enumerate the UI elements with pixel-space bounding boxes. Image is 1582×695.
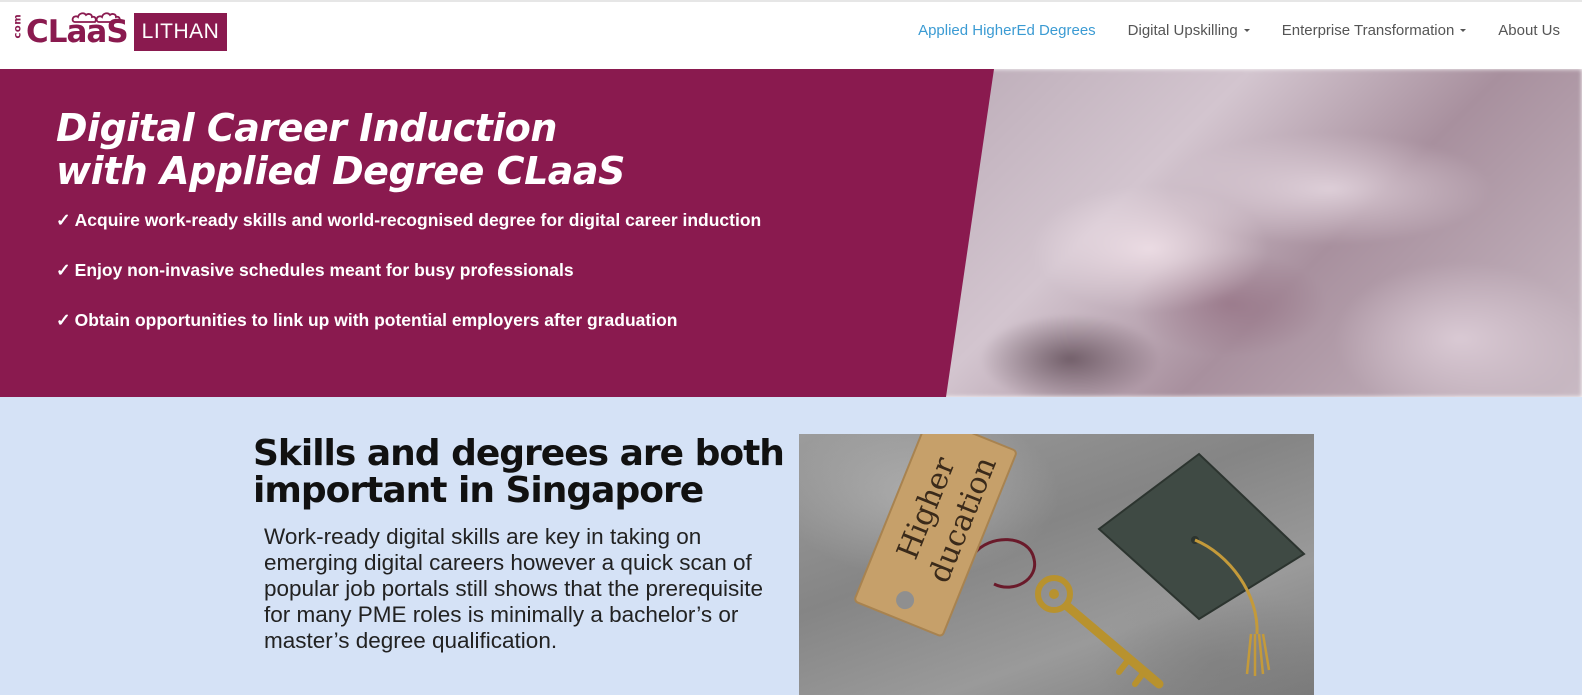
tag-string-loop	[972, 538, 1037, 589]
hero-benefit-item: ✓ Acquire work-ready skills and world-rec…	[56, 208, 761, 258]
nav-label: Digital Upskilling	[1127, 22, 1238, 39]
graduation-cap	[1097, 452, 1306, 676]
higher-education-illustration: Higher ducation	[854, 434, 1306, 689]
skills-degrees-section: Skills and degrees are both important in…	[0, 397, 1582, 695]
main-nav: Applied HigherEd Degrees Digital Upskill…	[886, 22, 1560, 39]
hero-title-line-2: with Applied Degree CLaaS	[56, 149, 625, 193]
site-header: com CLaaS LITHAN Applied HigherEd Degree…	[0, 0, 1582, 69]
golden-key	[1035, 575, 1164, 689]
paper-tag: Higher ducation	[854, 434, 1017, 637]
nav-enterprise-transformation[interactable]: Enterprise Transformation	[1282, 22, 1467, 39]
nav-label: Applied HigherEd Degrees	[918, 22, 1096, 39]
section-body-text: Work-ready digital skills are key in tak…	[264, 524, 764, 653]
hero-title-line-1: Digital Career Induction	[56, 106, 557, 150]
hero-benefit-text: Obtain opportunities to link up with pot…	[74, 310, 678, 330]
nav-label: Enterprise Transformation	[1281, 22, 1455, 39]
logo-lithan-text: LITHAN	[133, 13, 228, 51]
logo-claas-text: CLaaS	[26, 12, 129, 51]
claas-lithan-logo[interactable]: com CLaaS LITHAN	[12, 12, 228, 51]
hero-benefit-item: ✓ Enjoy non-invasive schedules meant for …	[56, 258, 761, 308]
higher-education-key-photo: Higher ducation	[799, 434, 1314, 695]
hero-title: Digital Career Induction with Applied De…	[56, 107, 625, 193]
nav-digital-upskilling[interactable]: Digital Upskilling	[1128, 22, 1250, 39]
checkmark-icon: ✓	[56, 210, 71, 230]
nav-about-us[interactable]: About Us	[1498, 22, 1560, 39]
caret-down-icon	[1460, 29, 1467, 32]
hero-benefit-list: ✓ Acquire work-ready skills and world-rec…	[56, 208, 761, 358]
section-title-line-2: important in Singapore	[253, 470, 704, 511]
hero-hand-photo	[900, 69, 1582, 397]
section-title: Skills and degrees are both important in…	[253, 433, 785, 511]
section-title-line-1: Skills and degrees are both	[253, 433, 785, 474]
checkmark-icon: ✓	[56, 310, 71, 330]
checkmark-icon: ✓	[56, 260, 71, 280]
caret-down-icon	[1243, 29, 1250, 32]
hero-banner: Digital Career Induction with Applied De…	[0, 69, 1582, 397]
hero-benefit-text: Acquire work-ready skills and world-reco…	[74, 210, 762, 230]
nav-applied-highered-degrees[interactable]: Applied HigherEd Degrees	[918, 22, 1096, 39]
cloud-icon	[71, 12, 121, 23]
hero-benefit-item: ✓ Obtain opportunities to link up with po…	[56, 308, 761, 358]
logo-com-text: com	[12, 13, 24, 38]
nav-label: About Us	[1498, 22, 1560, 39]
hero-benefit-text: Enjoy non-invasive schedules meant for b…	[74, 260, 574, 280]
